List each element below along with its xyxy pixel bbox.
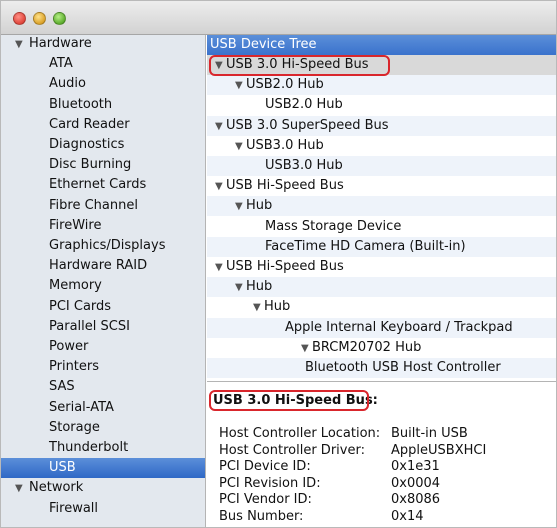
disclosure-triangle-icon[interactable]: ▼ xyxy=(235,197,246,217)
tree-row[interactable]: USB3.0 Hub xyxy=(207,156,556,176)
sidebar-item-thunderbolt[interactable]: Thunderbolt xyxy=(1,438,205,458)
disclosure-triangle-icon[interactable]: ▼ xyxy=(215,177,226,197)
property-key: Host Controller Driver: xyxy=(219,442,365,458)
tree-row[interactable]: ▼ USB 3.0 Hi-Speed Bus xyxy=(207,55,556,76)
property-value: 0x1e31 xyxy=(391,459,440,474)
disclosure-triangle-icon[interactable]: ▼ xyxy=(15,35,29,55)
disclosure-triangle-icon[interactable]: ▼ xyxy=(253,298,264,318)
tree-row-label: BRCM20702 Hub xyxy=(312,339,422,355)
sidebar-item-pci-cards[interactable]: PCI Cards xyxy=(1,297,205,317)
sidebar: ▼ Hardware ATA Audio Bluetooth Card Reader Dia… xyxy=(1,35,206,527)
property-key: PCI Revision ID: xyxy=(219,475,321,491)
tree-row-label: Mass Storage Device xyxy=(265,218,402,234)
tree-row-label: USB2.0 Hub xyxy=(246,77,324,93)
tree-row[interactable]: ▼ USB 3.0 SuperSpeed Bus xyxy=(207,115,556,137)
tree-row-label: Hub xyxy=(246,279,273,295)
system-information-window: ▼ Hardware ATA Audio Bluetooth Card Reader Dia… xyxy=(0,0,557,528)
sidebar-item-sas[interactable]: SAS xyxy=(1,377,205,397)
sidebar-item-parallel-scsi[interactable]: Parallel SCSI xyxy=(1,317,205,337)
tree-row[interactable]: ▼ USB Hi-Speed Bus xyxy=(207,257,556,278)
tree-row-label: USB3.0 Hub xyxy=(265,158,343,173)
tree-row-label: Hub xyxy=(246,198,273,214)
tree-row[interactable]: FaceTime HD Camera (Built-in) xyxy=(207,236,556,257)
detail-pane: USB 3.0 Hi-Speed Bus: Host Controller Lo… xyxy=(207,381,556,527)
sidebar-group-hardware-label: Hardware xyxy=(29,36,92,51)
tree-row-label: Apple Internal Keyboard / Trackpad xyxy=(285,319,513,335)
tree-row[interactable]: Mass Storage Device xyxy=(207,217,556,237)
disclosure-triangle-icon[interactable]: ▼ xyxy=(215,117,226,137)
usb-device-tree: USB Device Tree ▼ USB 3.0 Hi-Speed Bus ▼ US… xyxy=(207,35,556,381)
tree-row-label: USB3.0 Hub xyxy=(246,137,324,153)
disclosure-triangle-icon[interactable]: ▼ xyxy=(235,76,246,96)
sidebar-item-ethernet-cards[interactable]: Ethernet Cards xyxy=(1,175,205,195)
minimize-window-button[interactable] xyxy=(33,12,46,25)
tree-row[interactable]: ▼ Hub xyxy=(207,297,556,318)
disclosure-triangle-icon[interactable]: ▼ xyxy=(215,56,226,76)
property-value: 0x14 xyxy=(391,508,424,524)
sidebar-item-firewall[interactable]: Firewall xyxy=(1,499,205,519)
detail-title: USB 3.0 Hi-Speed Bus: xyxy=(213,393,378,408)
tree-row[interactable]: USB2.0 Hub xyxy=(207,95,556,115)
property-key: Host Controller Location: xyxy=(219,426,381,441)
tree-row[interactable]: ▼ Hub xyxy=(207,196,556,217)
sidebar-item-diagnostics[interactable]: Diagnostics xyxy=(1,135,205,155)
tree-row-label: USB2.0 Hub xyxy=(265,97,343,113)
disclosure-triangle-icon[interactable]: ▼ xyxy=(235,137,246,157)
tree-row[interactable]: ▼ USB2.0 Hub xyxy=(207,75,556,96)
sidebar-item-firewire[interactable]: FireWire xyxy=(1,216,205,236)
tree-row-label: USB 3.0 SuperSpeed Bus xyxy=(226,117,389,133)
tree-row[interactable]: Bluetooth USB Host Controller xyxy=(207,358,556,378)
sidebar-item-fibre-channel[interactable]: Fibre Channel xyxy=(1,196,205,216)
sidebar-group-hardware[interactable]: ▼ Hardware xyxy=(1,35,205,55)
tree-row[interactable]: ▼ Hub xyxy=(207,277,556,298)
sidebar-item-disc-burning[interactable]: Disc Burning xyxy=(1,155,205,175)
tree-row[interactable]: ▼ USB3.0 Hub xyxy=(207,136,556,157)
property-key: Bus Number: xyxy=(219,508,304,524)
disclosure-triangle-icon[interactable]: ▼ xyxy=(301,339,312,359)
zoom-window-button[interactable] xyxy=(53,12,66,25)
close-window-button[interactable] xyxy=(13,12,26,25)
property-value: AppleUSBXHCI xyxy=(391,442,487,458)
sidebar-item-usb[interactable]: USB xyxy=(1,458,205,479)
sidebar-item-storage[interactable]: Storage xyxy=(1,418,205,438)
sidebar-item-graphics-displays[interactable]: Graphics/Displays xyxy=(1,236,205,256)
disclosure-triangle-icon[interactable]: ▼ xyxy=(215,258,226,278)
tree-row-label: USB Hi-Speed Bus xyxy=(226,178,344,194)
sidebar-item-card-reader[interactable]: Card Reader xyxy=(1,115,205,135)
tree-row[interactable]: ▼ BRCM20702 Hub xyxy=(207,338,556,359)
tree-header: USB Device Tree xyxy=(207,35,556,55)
property-value: Built-in USB xyxy=(391,426,468,441)
sidebar-item-audio[interactable]: Audio xyxy=(1,74,205,94)
sidebar-item-ata[interactable]: ATA xyxy=(1,54,205,74)
disclosure-triangle-icon[interactable]: ▼ xyxy=(15,479,29,499)
property-value: 0x0004 xyxy=(391,475,441,491)
property-value: 0x8086 xyxy=(391,492,441,507)
property-key: PCI Device ID: xyxy=(219,459,311,474)
tree-row-label: USB Hi-Speed Bus xyxy=(226,259,344,274)
sidebar-item-bluetooth[interactable]: Bluetooth xyxy=(1,95,205,115)
sidebar-item-memory[interactable]: Memory xyxy=(1,276,205,296)
sidebar-item-hardware-raid[interactable]: Hardware RAID xyxy=(1,256,205,276)
sidebar-item-serial-ata[interactable]: Serial-ATA xyxy=(1,398,205,418)
sidebar-group-network-label: Network xyxy=(29,480,84,496)
property-key: PCI Vendor ID: xyxy=(219,492,312,507)
sidebar-item-printers[interactable]: Printers xyxy=(1,357,205,377)
tree-row-label: Bluetooth USB Host Controller xyxy=(305,360,501,375)
tree-row[interactable]: ▼ USB Hi-Speed Bus xyxy=(207,176,556,197)
title-bar xyxy=(1,1,556,35)
tree-row-label: Hub xyxy=(264,299,291,315)
tree-row[interactable]: Apple Internal Keyboard / Trackpad xyxy=(207,317,556,338)
sidebar-item-power[interactable]: Power xyxy=(1,337,205,357)
tree-row-label: USB 3.0 Hi-Speed Bus xyxy=(226,57,369,72)
sidebar-group-network[interactable]: ▼ Network xyxy=(1,478,205,499)
disclosure-triangle-icon[interactable]: ▼ xyxy=(235,278,246,298)
tree-row-label: FaceTime HD Camera (Built-in) xyxy=(265,238,466,254)
